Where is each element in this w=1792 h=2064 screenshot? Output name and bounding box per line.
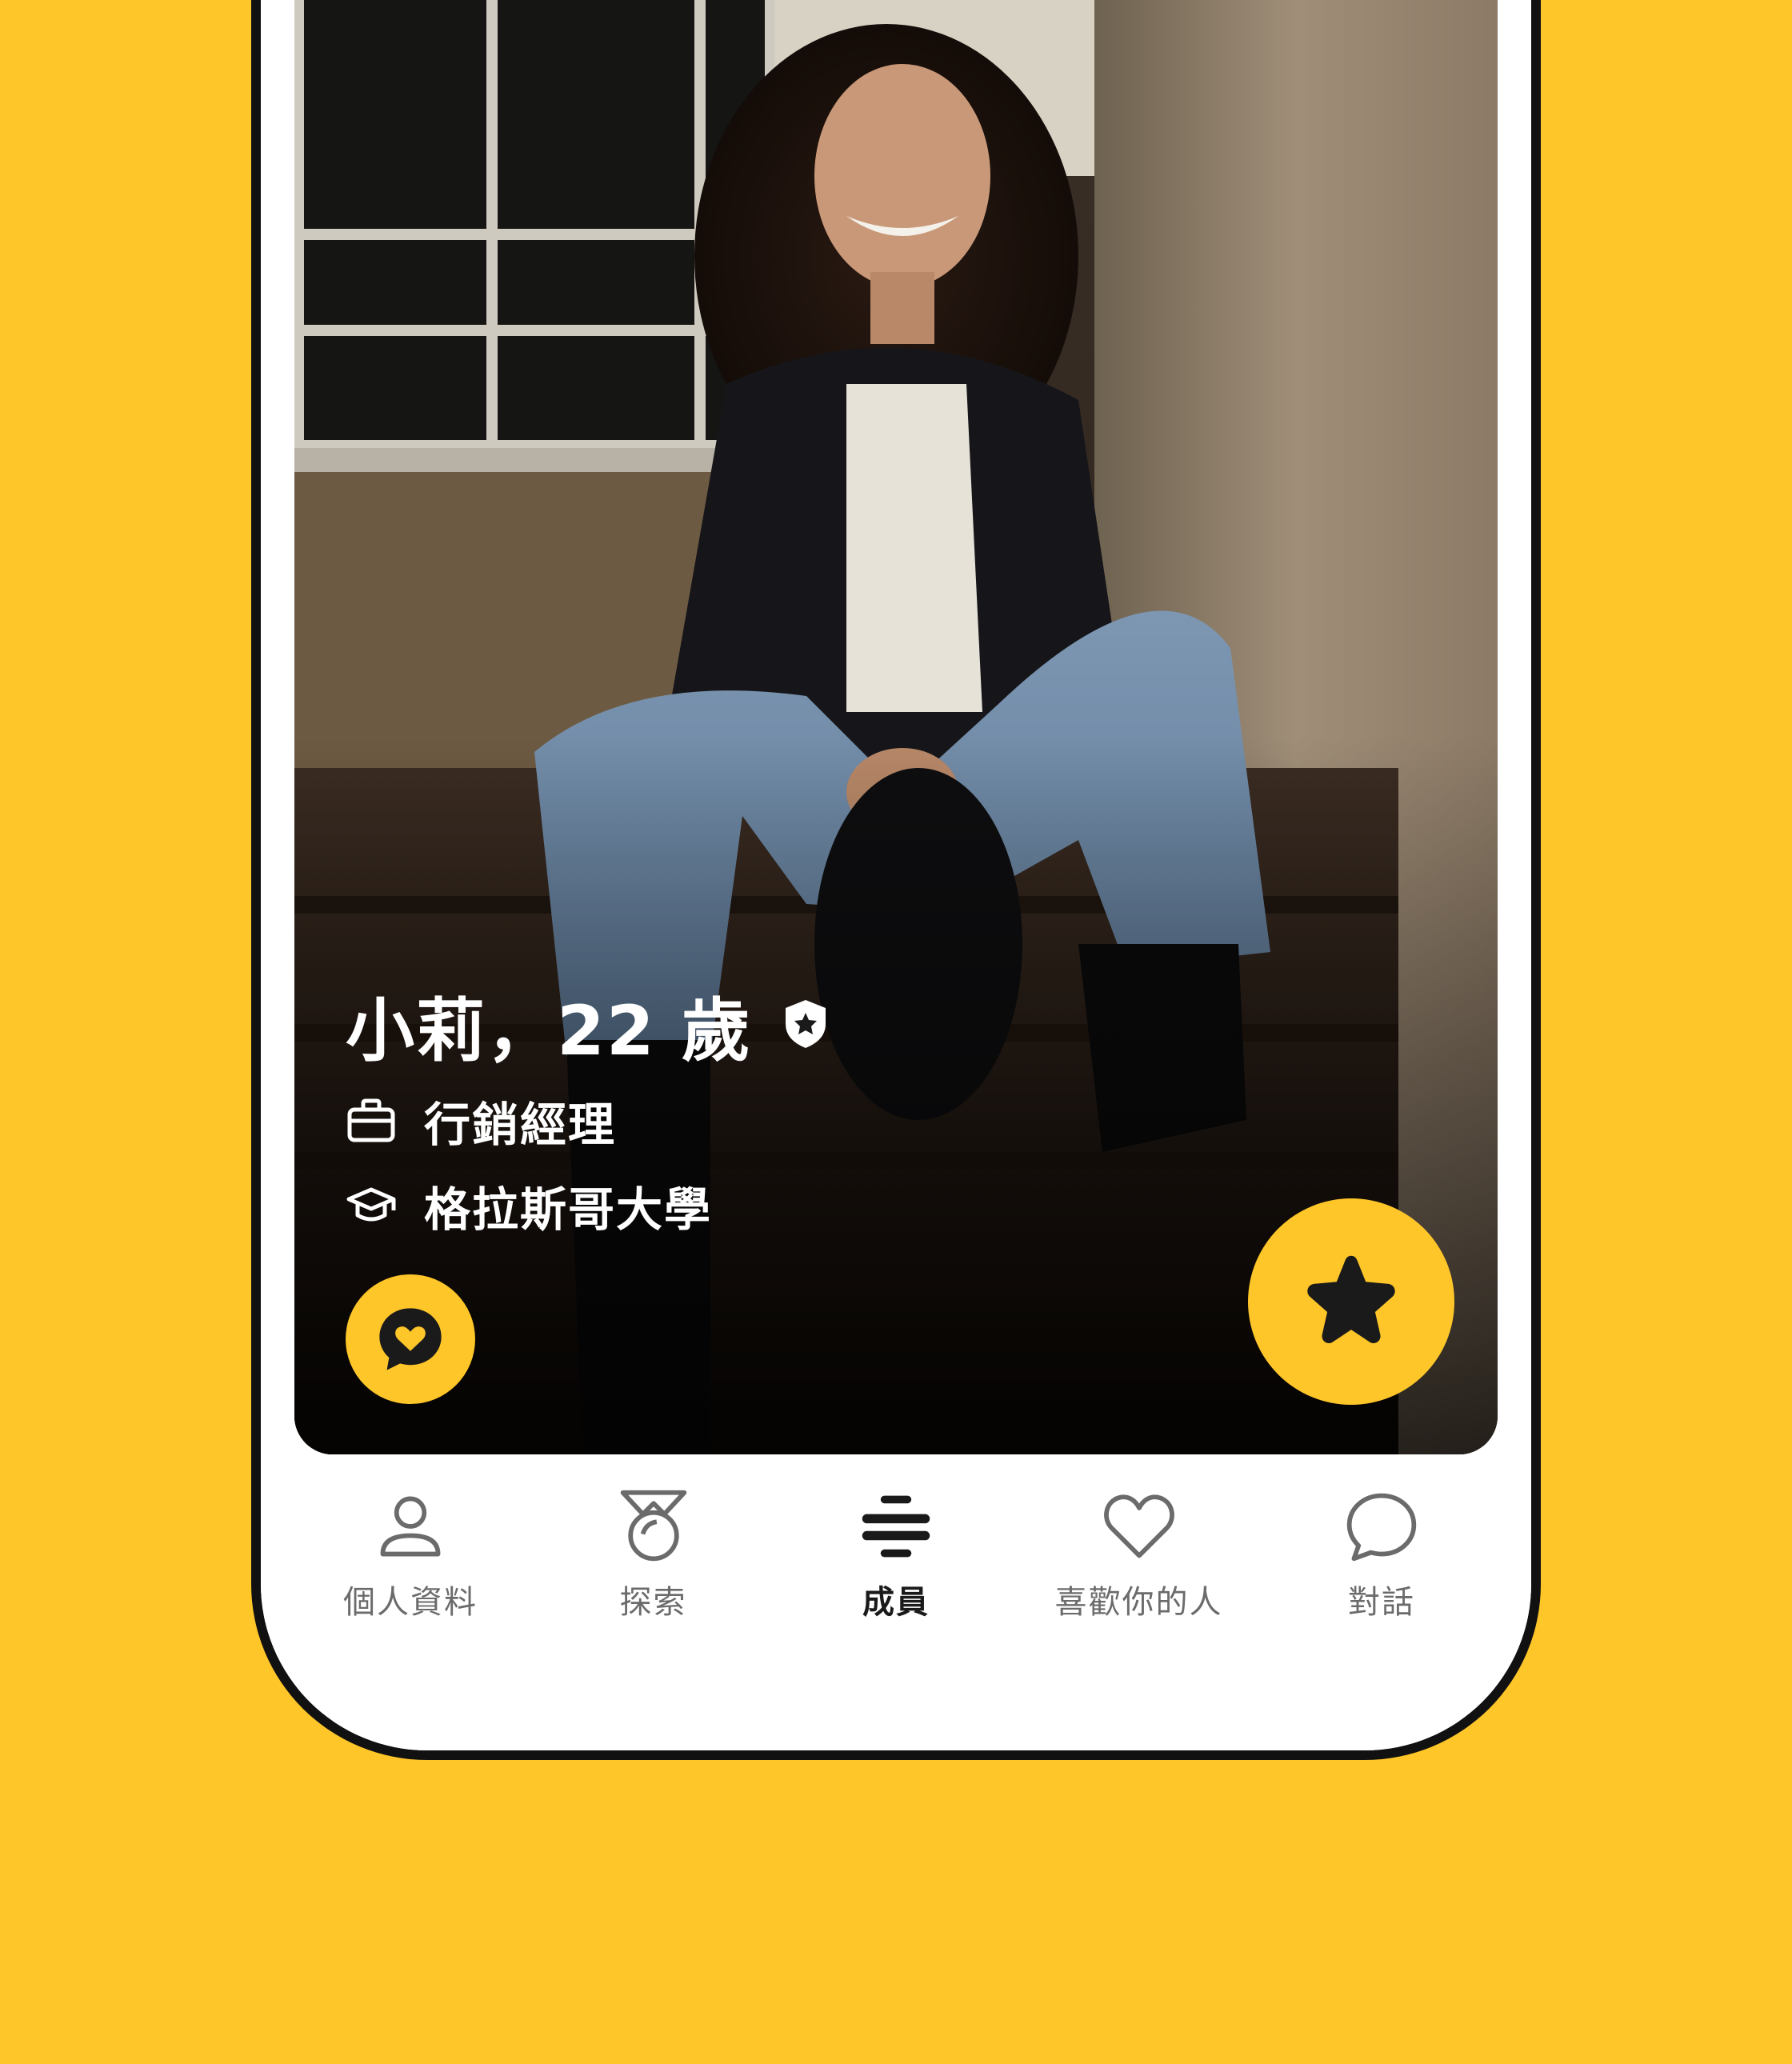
superswipe-button[interactable] xyxy=(1248,1198,1454,1405)
background: 小莉，22 歲 行銷經理 格拉斯哥大學 個人資料 探索 成員 喜歡你的人 對話 xyxy=(0,0,1792,2064)
job-row: 行銷經理 xyxy=(346,1081,829,1161)
school-row: 格拉斯哥大學 xyxy=(346,1166,829,1246)
job-title: 行銷經理 xyxy=(424,1098,617,1152)
name-age: 小莉，22 歲 xyxy=(346,990,752,1071)
bumble-hive-icon xyxy=(856,1486,936,1566)
compliment-button[interactable] xyxy=(346,1274,475,1404)
tab-chats[interactable]: 對話 xyxy=(1282,1486,1482,1646)
bottom-tab-bar: 個人資料 探索 成員 喜歡你的人 對話 xyxy=(261,1486,1531,1646)
star-icon xyxy=(1307,1255,1395,1344)
name-age-row: 小莉，22 歲 xyxy=(346,972,829,1076)
tab-profile[interactable]: 個人資料 xyxy=(310,1486,510,1646)
speech-heart-icon xyxy=(379,1308,442,1370)
graduation-cap-icon xyxy=(346,1180,397,1231)
tab-people[interactable]: 成員 xyxy=(796,1486,996,1646)
heart-icon xyxy=(1099,1486,1179,1566)
verified-badge-icon[interactable] xyxy=(782,998,829,1050)
tab-liked-you[interactable]: 喜歡你的人 xyxy=(1039,1486,1239,1646)
tab-label: 個人資料 xyxy=(343,1584,478,1621)
phone-frame: 小莉，22 歲 行銷經理 格拉斯哥大學 個人資料 探索 成員 喜歡你的人 對話 xyxy=(251,0,1541,1760)
tab-discover[interactable]: 探索 xyxy=(554,1486,754,1646)
profile-card[interactable]: 小莉，22 歲 行銷經理 格拉斯哥大學 xyxy=(294,0,1498,1454)
person-icon xyxy=(370,1486,450,1566)
tab-label: 探索 xyxy=(619,1584,687,1621)
tab-label: 喜歡你的人 xyxy=(1054,1584,1223,1621)
tab-label: 對話 xyxy=(1348,1584,1415,1621)
briefcase-icon xyxy=(346,1095,397,1146)
app-screen: 小莉，22 歲 行銷經理 格拉斯哥大學 個人資料 探索 成員 喜歡你的人 對話 xyxy=(261,0,1531,1750)
tab-label: 成員 xyxy=(862,1584,930,1621)
chat-bubble-icon xyxy=(1342,1486,1422,1566)
school-name: 格拉斯哥大學 xyxy=(424,1182,713,1237)
medal-icon xyxy=(614,1486,694,1566)
profile-info: 小莉，22 歲 行銷經理 格拉斯哥大學 xyxy=(346,972,829,1246)
